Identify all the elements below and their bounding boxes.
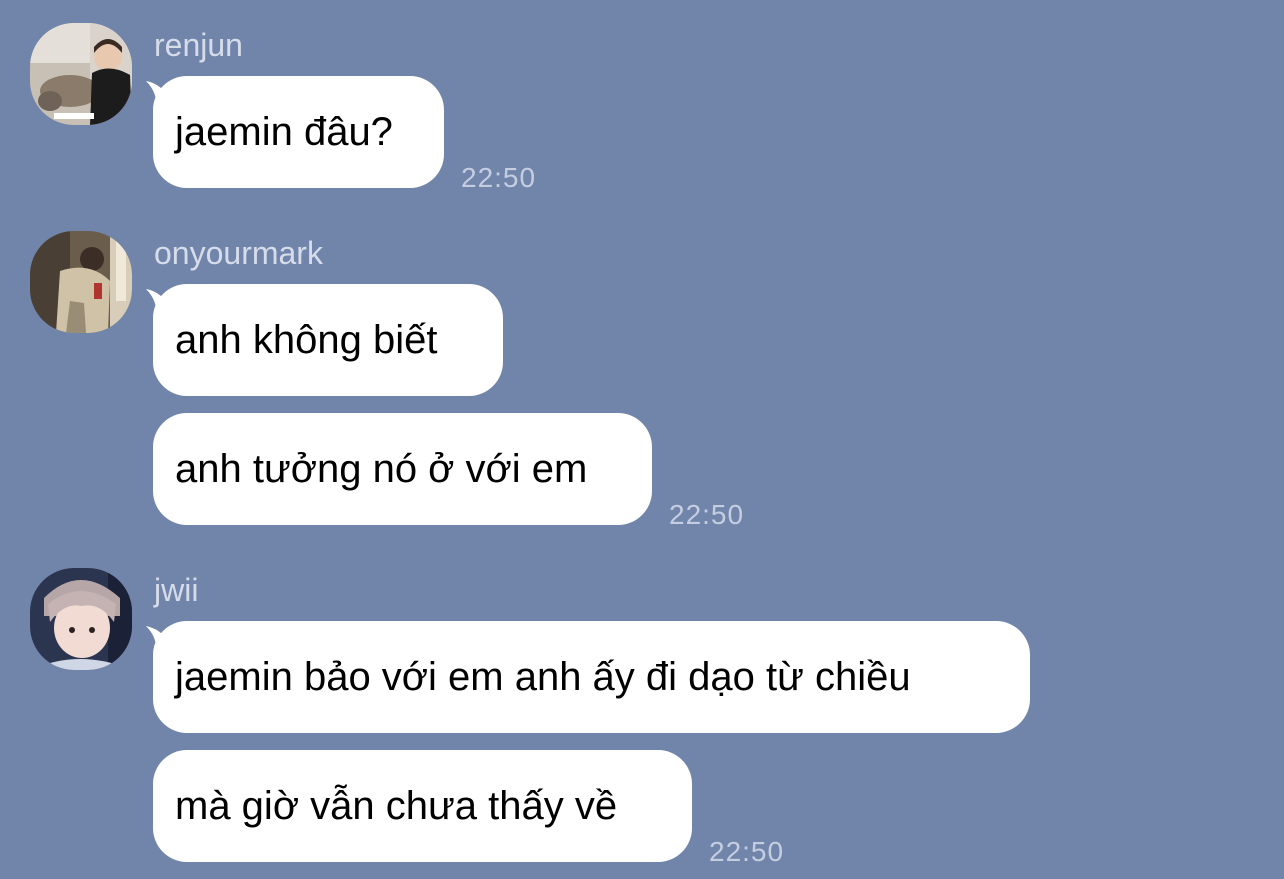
avatar[interactable] bbox=[30, 568, 132, 670]
message-bubble[interactable]: anh không biết bbox=[153, 284, 503, 396]
avatar-photo-icon bbox=[30, 568, 132, 670]
message-bubble[interactable]: jaemin bảo với em anh ấy đi dạo từ chiều bbox=[153, 621, 1030, 733]
sender-name: jwii bbox=[154, 572, 199, 608]
message-bubble[interactable]: mà giờ vẫn chưa thấy về bbox=[153, 750, 692, 862]
avatar[interactable] bbox=[30, 23, 132, 125]
avatar-photo-icon bbox=[30, 231, 132, 333]
message-bubble[interactable]: jaemin đâu? bbox=[153, 76, 444, 188]
avatar-photo-icon bbox=[30, 23, 132, 125]
message-timestamp: 22:50 bbox=[461, 162, 537, 193]
message-timestamp: 22:50 bbox=[709, 836, 785, 867]
sender-name: onyourmark bbox=[154, 235, 323, 271]
avatar[interactable] bbox=[30, 231, 132, 333]
sender-name: renjun bbox=[154, 27, 243, 63]
message-timestamp: 22:50 bbox=[669, 499, 745, 530]
message-bubble[interactable]: anh tưởng nó ở với em bbox=[153, 413, 652, 525]
